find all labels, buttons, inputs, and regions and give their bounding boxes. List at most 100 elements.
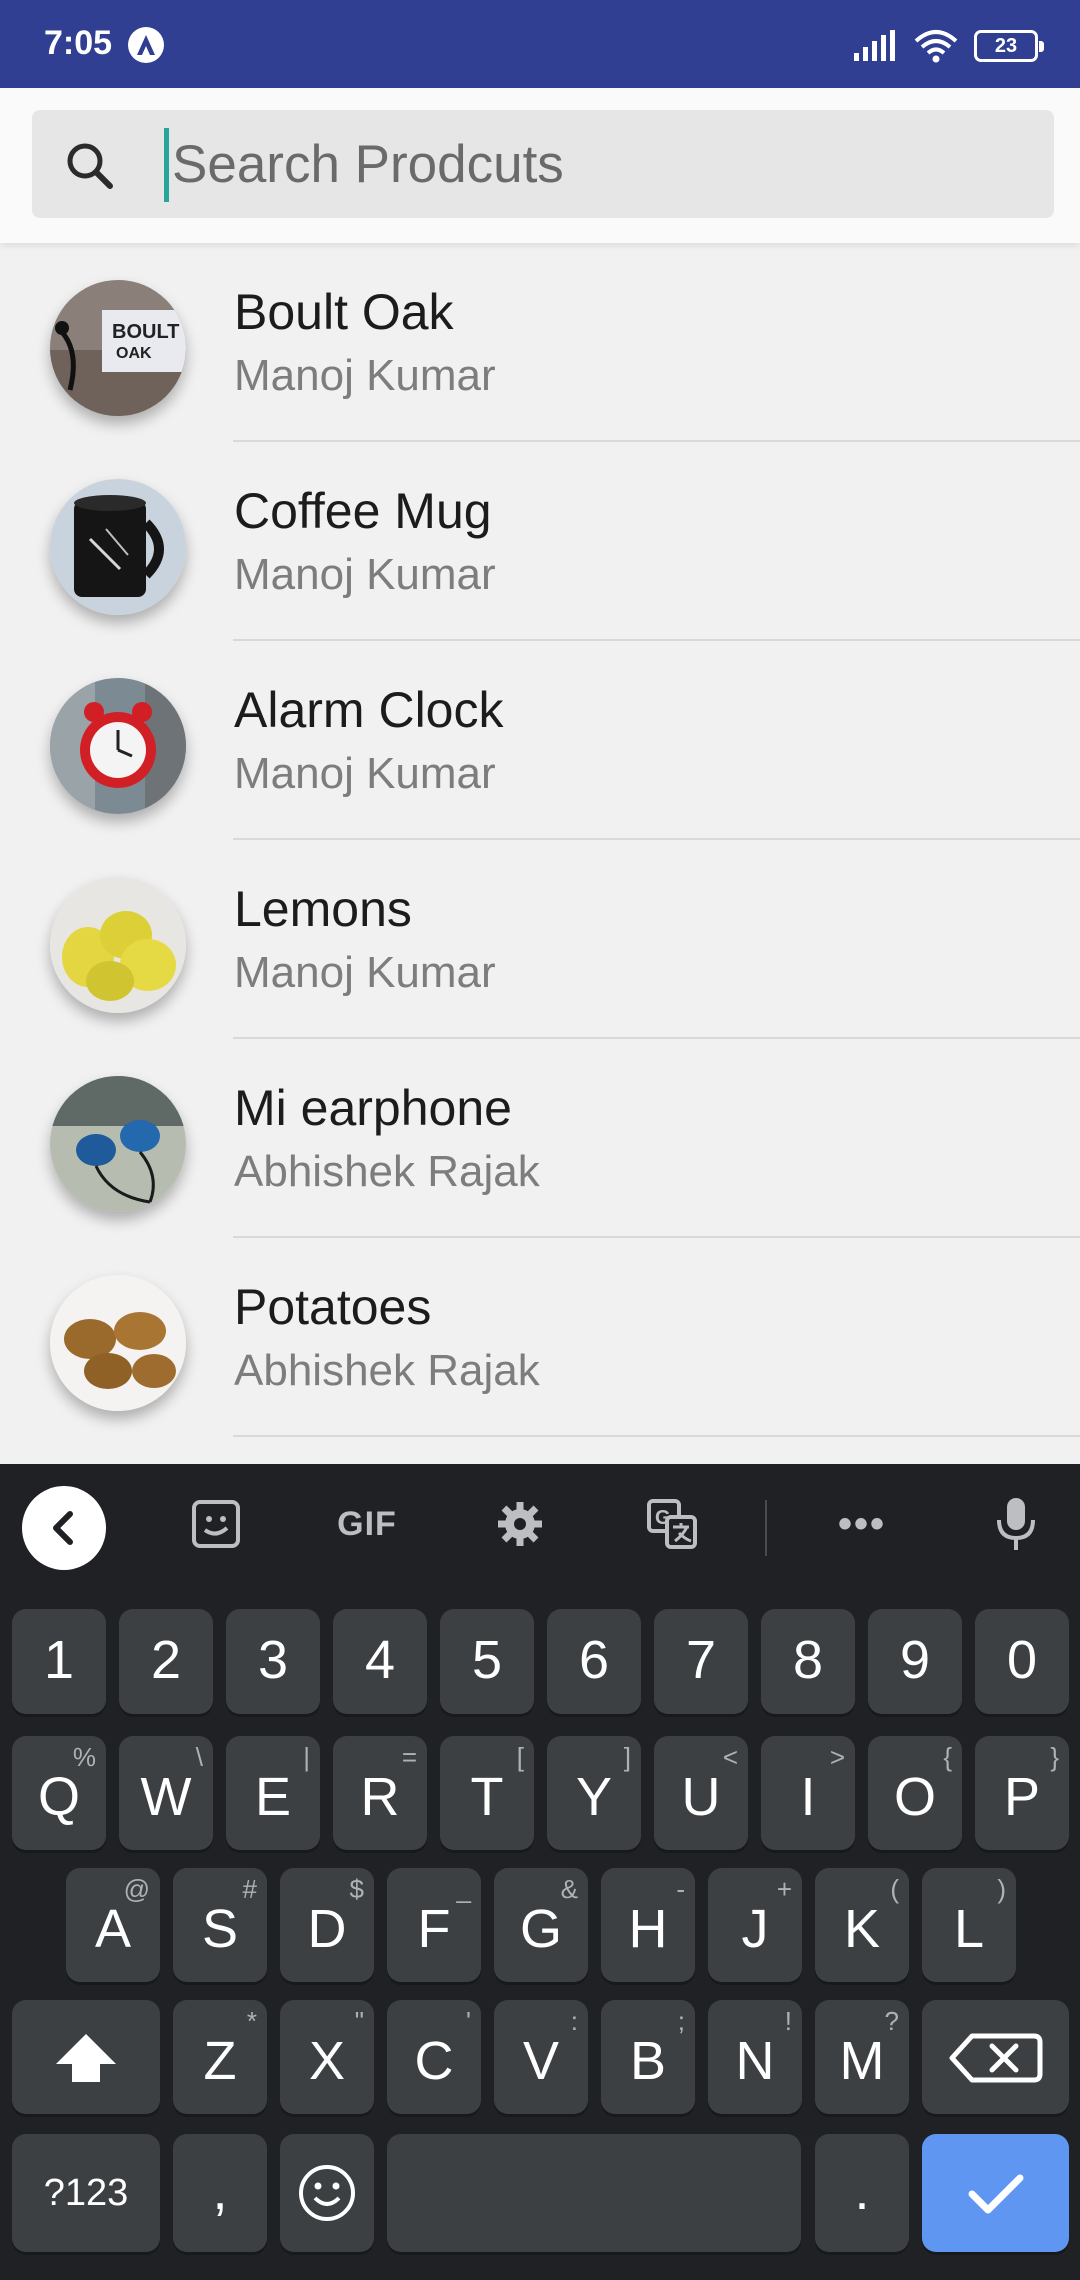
chevron-left-icon [53,1511,73,1545]
product-seller: Abhishek Rajak [234,1346,540,1395]
key-i[interactable]: > I [761,1736,855,1850]
battery-icon: 23 [974,30,1044,62]
status-icons: 23 [852,26,1044,66]
key-label: T [470,1767,504,1827]
key-a[interactable]: @ A [66,1868,160,1982]
key-k[interactable]: (K [815,1868,909,1982]
key-4[interactable]: 4 [333,1609,427,1714]
product-image [50,1275,186,1411]
backspace-key[interactable] [922,2000,1069,2114]
toolbar-divider [765,1500,767,1556]
key-3[interactable]: 3 [226,1609,320,1714]
period-key[interactable]: . [815,2134,909,2252]
key-label: . [854,2161,870,2221]
list-item[interactable]: Alarm Clock Manoj Kumar [0,641,1080,840]
key-g[interactable]: & G [494,1868,588,1982]
product-seller: Abhishek Rajak [234,1147,540,1196]
key-x[interactable]: " X [280,2000,374,2114]
key-label: L [953,1899,985,1959]
product-image [50,678,186,814]
key-o[interactable]: {O [868,1736,962,1850]
comma-key[interactable]: , [173,2134,267,2252]
voice-input-button[interactable] [984,1492,1048,1556]
key-label: 3 [257,1630,289,1690]
key-label: 0 [1006,1630,1038,1690]
list-item[interactable]: Coffee Mug Manoj Kumar [0,442,1080,641]
key-label: D [307,1899,347,1959]
key-label: Z [203,2031,237,2091]
key-j[interactable]: + J [708,1868,802,1982]
product-seller: Manoj Kumar [234,351,496,400]
product-image [50,479,186,615]
key-7[interactable]: 7 [654,1609,748,1714]
product-seller: Manoj Kumar [234,948,496,997]
key-r[interactable]: = R [333,1736,427,1850]
list-item[interactable]: Mi earphone Abhishek Rajak [0,1039,1080,1238]
key-n[interactable]: ! N [708,2000,802,2114]
key-0[interactable]: 0 [975,1609,1069,1714]
gif-button[interactable]: GIF [335,1492,399,1556]
key-l[interactable]: ) L [922,1868,1016,1982]
key-m[interactable]: ? M [815,2000,909,2114]
key-8[interactable]: 8 [761,1609,855,1714]
translate-button[interactable]: G [640,1492,704,1556]
list-item[interactable]: Lemons Manoj Kumar [0,840,1080,1039]
symbols-key[interactable]: ?123 [12,2134,160,2252]
key-z[interactable]: * Z [173,2000,267,2114]
key-1[interactable]: 1 [12,1609,106,1714]
more-button[interactable]: ••• [830,1492,894,1556]
keyboard: GIF G ••• 1 2 3 4 5 6 7 8 9 0 % Q \ W | E =… [0,1464,1080,2280]
key-label: 7 [685,1630,717,1690]
translate-icon: G [647,1499,697,1549]
settings-button[interactable] [488,1492,552,1556]
search-icon[interactable] [62,138,118,194]
product-list: BOULT OAK Boult Oak Manoj Kumar Coffee Mu… [0,243,1080,1437]
microphone-icon [997,1498,1035,1550]
sticker-icon [192,1500,240,1548]
key-d[interactable]: $ D [280,1868,374,1982]
navigation-app-icon [128,27,164,63]
key-p[interactable]: } P [975,1736,1069,1850]
key-label: , [212,2161,228,2221]
key-y[interactable]: ] Y [547,1736,641,1850]
key-label: 2 [150,1630,182,1690]
key-2[interactable]: 2 [119,1609,213,1714]
key-label: J [741,1899,769,1959]
list-item[interactable]: Potatoes Abhishek Rajak [0,1238,1080,1437]
key-c[interactable]: ' C [387,2000,481,2114]
key-s[interactable]: # S [173,1868,267,1982]
emoji-icon [299,2165,355,2221]
shift-icon [56,2034,116,2082]
key-q[interactable]: % Q [12,1736,106,1850]
shift-key[interactable] [12,2000,160,2114]
key-5[interactable]: 5 [440,1609,534,1714]
key-b[interactable]: ; B [601,2000,695,2114]
collapse-toolbar-button[interactable] [22,1486,106,1570]
emoji-key[interactable] [280,2134,374,2252]
wifi-icon [914,30,958,63]
keyboard-toolbar: GIF G ••• [0,1464,1080,1588]
key-e[interactable]: | E [226,1736,320,1850]
key-h[interactable]: -H [601,1868,695,1982]
space-key[interactable] [387,2134,801,2252]
key-label: G [519,1899,562,1959]
key-6[interactable]: 6 [547,1609,641,1714]
key-u[interactable]: < U [654,1736,748,1850]
enter-key[interactable] [922,2134,1069,2252]
backspace-icon [949,2033,1043,2083]
product-title: Potatoes [234,1279,432,1335]
list-item[interactable]: BOULT OAK Boult Oak Manoj Kumar [0,243,1080,442]
key-w[interactable]: \ W [119,1736,213,1850]
key-v[interactable]: :V [494,2000,588,2114]
key-label: K [843,1899,881,1959]
key-label: 6 [578,1630,610,1690]
key-f[interactable]: _ F [387,1868,481,1982]
key-label: H [628,1899,668,1959]
key-label: E [254,1767,292,1827]
search-box[interactable] [32,110,1054,218]
search-input[interactable] [172,110,1032,218]
key-9[interactable]: 9 [868,1609,962,1714]
svg-text:BOULT: BOULT [112,321,179,343]
sticker-button[interactable] [184,1492,248,1556]
key-t[interactable]: [T [440,1736,534,1850]
